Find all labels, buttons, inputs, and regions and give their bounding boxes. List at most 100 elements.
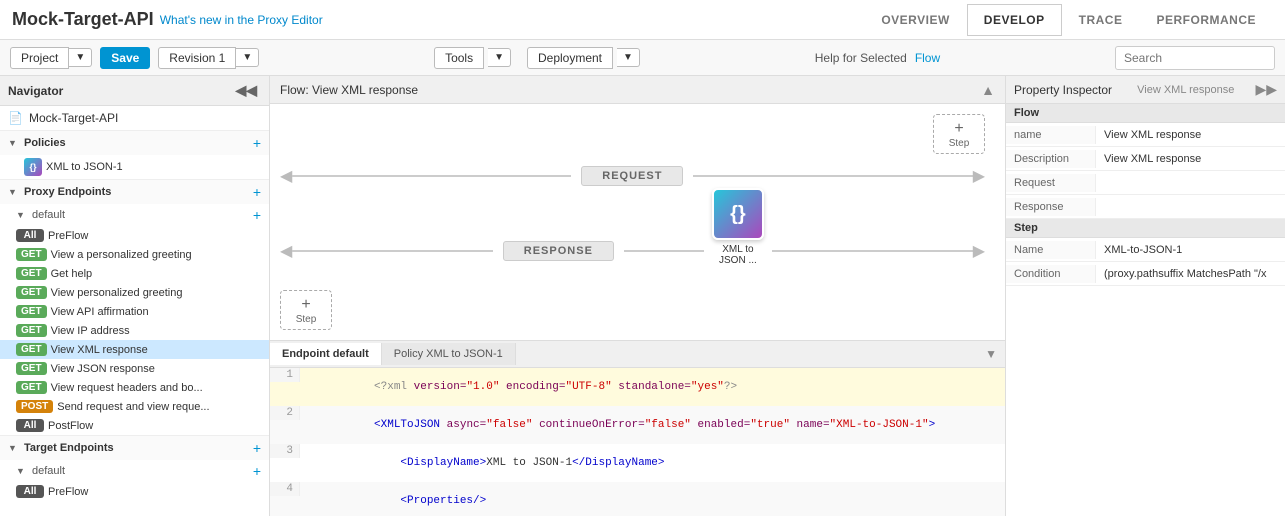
target-endpoints-triangle-icon: ▼ (8, 443, 17, 453)
get-help-item[interactable]: GET Get help (0, 264, 269, 283)
response-arrow-head: ▶ (973, 241, 985, 261)
tools-dropdown-btn[interactable]: ▼ (488, 48, 511, 67)
property-val-description: View XML response (1096, 150, 1285, 168)
request-arrow-head: ▶ (973, 166, 985, 186)
proxy-endpoints-triangle-icon: ▼ (8, 187, 17, 197)
xml-to-json-policy-item[interactable]: {} XML to JSON-1 (0, 155, 269, 179)
api-affirmation-item[interactable]: GET View API affirmation (0, 302, 269, 321)
get-badge-2: GET (16, 267, 47, 280)
property-key-response: Response (1006, 198, 1096, 216)
canvas-scroll-up-btn[interactable]: ▲ (981, 82, 995, 98)
get-help-label: Get help (51, 268, 93, 280)
api-affirmation-label: View API affirmation (51, 306, 149, 318)
sidebar-root-item[interactable]: 📄 Mock-Target-API (0, 106, 269, 130)
nav-performance[interactable]: PERFORMANCE (1139, 4, 1273, 36)
xml-to-json-icon[interactable]: {} (712, 188, 764, 240)
property-step-section: Step (1006, 219, 1285, 238)
add-target-endpoint-btn[interactable]: + (253, 440, 261, 456)
view-json-response-item[interactable]: GET View JSON response (0, 359, 269, 378)
view-request-headers-label: View request headers and bo... (51, 382, 203, 394)
default-proxy-triangle-icon: ▼ (16, 210, 25, 220)
property-val-response (1096, 204, 1285, 210)
property-key-step-name: Name (1006, 241, 1096, 259)
request-line (292, 175, 571, 177)
deployment-dropdown-btn[interactable]: ▼ (617, 48, 640, 67)
response-arrow-tail: ◀ (280, 241, 292, 261)
default-proxy-subsection[interactable]: ▼ default + (0, 204, 269, 226)
get-badge-3: GET (16, 286, 47, 299)
request-label-box: REQUEST (581, 166, 683, 186)
nav-overview[interactable]: OVERVIEW (864, 4, 966, 36)
property-val-step-name: XML-to-JSON-1 (1096, 241, 1285, 259)
code-scroll-down-btn[interactable]: ▼ (977, 343, 1005, 365)
target-preflow-item[interactable]: All PreFlow (0, 482, 269, 501)
preflow-label: PreFlow (48, 230, 88, 242)
personalized-greeting-item[interactable]: GET View a personalized greeting (0, 245, 269, 264)
project-button[interactable]: Project (10, 47, 69, 69)
sidebar-header: Navigator ◀◀ (0, 76, 269, 106)
add-default-proxy-btn[interactable]: + (253, 207, 261, 223)
response-line-1 (292, 250, 493, 252)
preflow-badge: All (16, 229, 44, 242)
property-expand-btn[interactable]: ▶▶ (1255, 81, 1277, 98)
code-tab-policy[interactable]: Policy XML to JSON-1 (382, 343, 516, 365)
postflow-item[interactable]: All PostFlow (0, 416, 269, 435)
policies-label: Policies (24, 137, 66, 149)
send-request-item[interactable]: POST Send request and view reque... (0, 397, 269, 416)
revision-dropdown-btn[interactable]: ▼ (236, 48, 259, 67)
code-editor[interactable]: 1 <?xml version="1.0" encoding="UTF-8" s… (270, 368, 1005, 516)
view-json-response-label: View JSON response (51, 363, 155, 375)
code-line-4: 4 <Properties/> (270, 482, 1005, 516)
postflow-label: PostFlow (48, 420, 93, 432)
section-policies[interactable]: ▼ Policies + (0, 130, 269, 155)
tools-button[interactable]: Tools (434, 47, 484, 69)
api-icon: 📄 (8, 111, 23, 125)
get-badge-8: GET (16, 381, 47, 394)
preflow-item[interactable]: All PreFlow (0, 226, 269, 245)
revision-dropdown-group: Revision 1 ▼ (158, 47, 259, 69)
xml-to-json-icon-label: XML toJSON ... (708, 244, 768, 266)
property-key-description: Description (1006, 150, 1096, 168)
code-tabs-bar: Endpoint default Policy XML to JSON-1 ▼ (270, 340, 1005, 368)
add-policy-btn[interactable]: + (253, 135, 261, 151)
section-proxy-endpoints[interactable]: ▼ Proxy Endpoints + (0, 179, 269, 204)
default-proxy-label: default (32, 209, 65, 221)
plus-icon: + (954, 120, 963, 138)
line-code-1: <?xml version="1.0" encoding="UTF-8" sta… (300, 368, 1005, 406)
save-button[interactable]: Save (100, 47, 150, 69)
default-target-label: default (32, 465, 65, 477)
target-preflow-badge: All (16, 485, 44, 498)
section-target-endpoints[interactable]: ▼ Target Endpoints + (0, 435, 269, 460)
view-xml-response-item[interactable]: GET View XML response (0, 340, 269, 359)
request-arrow-tail: ◀ (280, 166, 292, 186)
property-inspector-title: Property Inspector (1014, 83, 1112, 97)
revision-button[interactable]: Revision 1 (158, 47, 236, 69)
property-key-condition: Condition (1006, 265, 1096, 283)
xml-json-policy-container[interactable]: {} XML toJSON ... (708, 214, 768, 288)
deployment-button[interactable]: Deployment (527, 47, 613, 69)
code-tab-endpoint[interactable]: Endpoint default (270, 343, 382, 365)
sidebar-collapse-btn[interactable]: ◀◀ (231, 82, 261, 99)
project-dropdown-btn[interactable]: ▼ (69, 48, 92, 67)
add-default-target-btn[interactable]: + (253, 463, 261, 479)
view-request-headers-item[interactable]: GET View request headers and bo... (0, 378, 269, 397)
view-personalized-greeting-item[interactable]: GET View personalized greeting (0, 283, 269, 302)
search-input[interactable] (1115, 46, 1275, 70)
whats-new-link[interactable]: What's new in the Proxy Editor (160, 13, 323, 27)
top-step-box[interactable]: + Step (933, 114, 985, 154)
line-num-4: 4 (270, 482, 300, 496)
property-header: Property Inspector View XML response ▶▶ (1006, 76, 1285, 104)
view-ip-label: View IP address (51, 325, 130, 337)
line-code-3: <DisplayName>XML to JSON-1</DisplayName> (300, 444, 1005, 482)
default-target-subsection[interactable]: ▼ default + (0, 460, 269, 482)
bottom-step-box[interactable]: + Step (280, 290, 332, 330)
flow-help-link[interactable]: Flow (915, 51, 940, 65)
add-proxy-endpoint-btn[interactable]: + (253, 184, 261, 200)
help-for-selected-label: Help for Selected (815, 51, 907, 65)
flow-diagram: + Step ◀ REQUEST ▶ ◀ RESPONSE (270, 104, 1005, 340)
property-row-name: name View XML response (1006, 123, 1285, 147)
view-ip-item[interactable]: GET View IP address (0, 321, 269, 340)
nav-develop[interactable]: DEVELOP (967, 4, 1062, 36)
property-val-request (1096, 180, 1285, 186)
nav-trace[interactable]: TRACE (1062, 4, 1140, 36)
